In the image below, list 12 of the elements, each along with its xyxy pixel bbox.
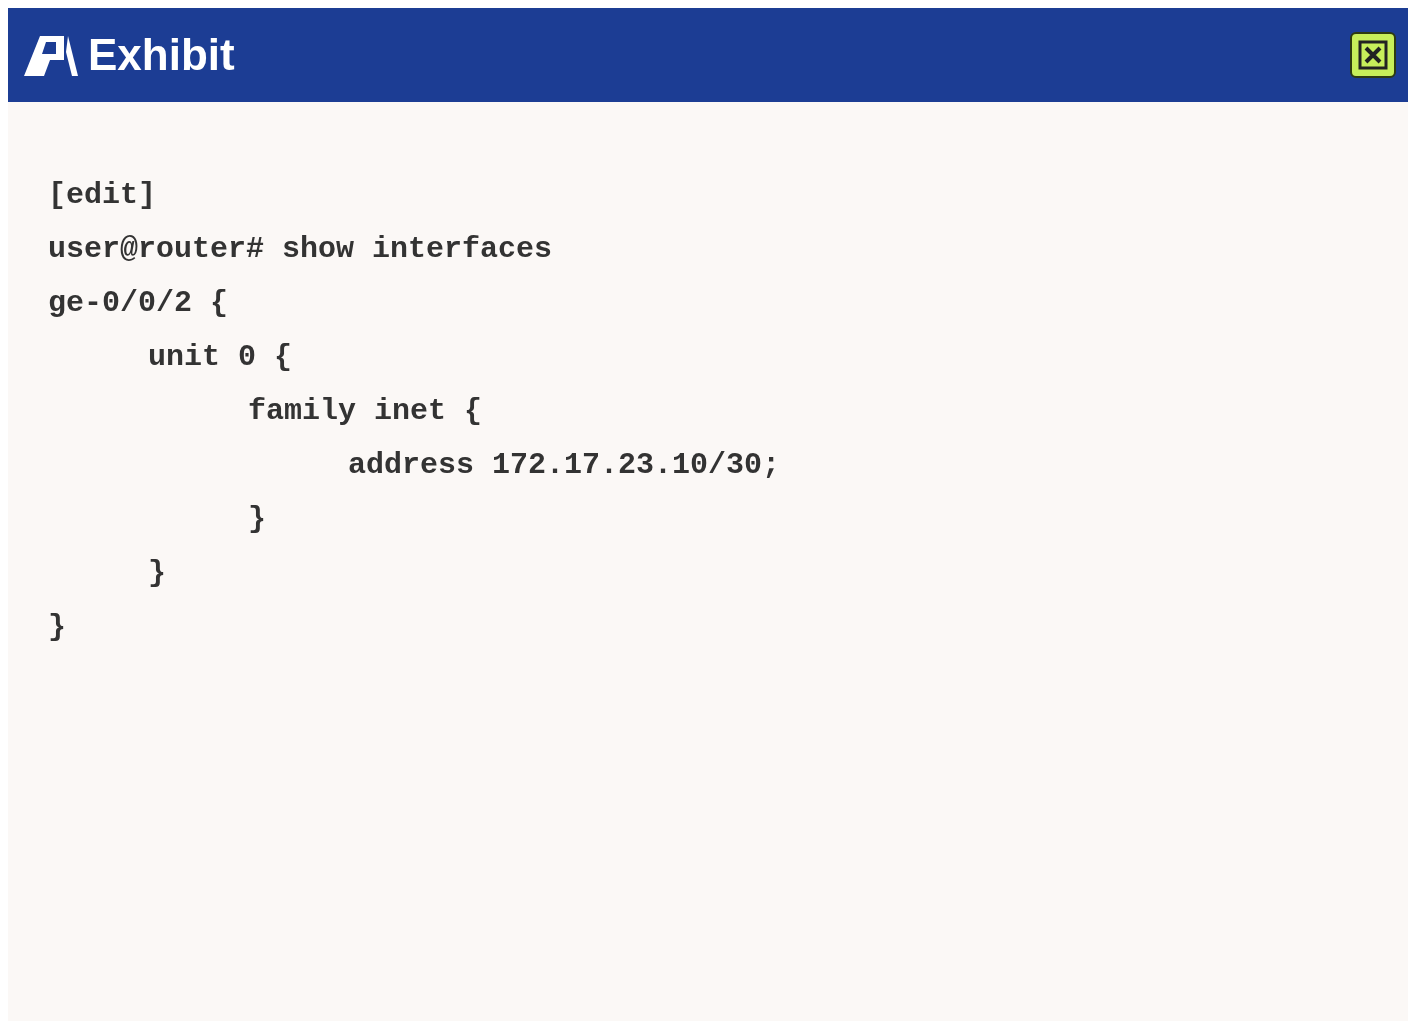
config-line: ge-0/0/2 { [48,285,229,322]
close-button[interactable] [1350,32,1396,78]
config-line: address 172.17.23.10/30; [348,447,781,484]
terminal-line: user@router# show interfaces [48,231,553,268]
window-title: Exhibit [88,29,235,81]
config-line: family inet { [248,393,483,430]
closing-brace: } [248,501,266,538]
closing-brace: } [48,609,66,646]
terminal-line: [edit] [48,177,157,214]
close-icon [1358,40,1388,70]
config-line: unit 0 { [148,339,293,376]
closing-brace: } [148,555,166,592]
